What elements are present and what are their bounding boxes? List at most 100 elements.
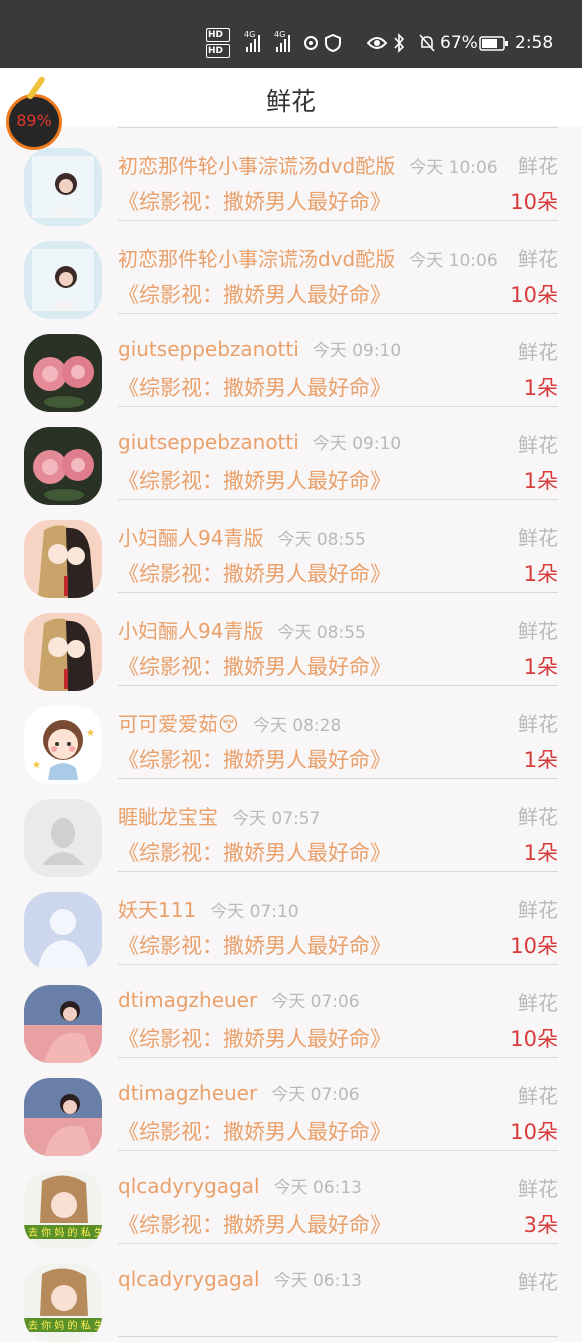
avatar[interactable] — [24, 427, 102, 505]
list-item[interactable]: 睚眦龙宝宝 今天 07:57 鲜花《综影视：撒娇男人最好命》 1朵 — [0, 779, 582, 877]
book-title: 《综影视：撒娇男人最好命》 — [118, 1213, 391, 1237]
avatar[interactable]: 去 你 妈 的 私 生 — [24, 1171, 102, 1249]
flower-count: 1朵 — [523, 841, 558, 865]
gift-type: 鲜花 — [518, 247, 558, 271]
battery-percent: 67% — [440, 33, 478, 53]
gift-type: 鲜花 — [518, 1270, 558, 1294]
gift-type: 鲜花 — [518, 154, 558, 178]
sender-name: 小妇酾人94青版 今天 08:55 — [118, 619, 366, 643]
avatar[interactable] — [24, 985, 102, 1063]
app-header: 鲜花 — [0, 68, 582, 126]
flower-count: 10朵 — [510, 190, 558, 214]
avatar[interactable] — [24, 892, 102, 970]
sender-name: dtimagzheuer 今天 07:06 — [118, 988, 360, 1012]
sender-name: 妖天111 今天 07:10 — [118, 898, 299, 922]
avatar[interactable]: ★ ★ — [24, 706, 102, 784]
book-title: 《综影视：撒娇男人最好命》 — [118, 748, 391, 772]
svg-text:去 你 妈 的 私 生: 去 你 妈 的 私 生 — [28, 1226, 102, 1239]
send-time: 今天 07:06 — [271, 1085, 360, 1105]
list-item[interactable]: dtimagzheuer 今天 07:06 鲜花《综影视：撒娇男人最好命》 10朵 — [0, 1058, 582, 1156]
list-item[interactable]: giutseppebzanotti 今天 09:10 鲜花 《综影视：撒娇男人最好命》… — [0, 407, 582, 505]
send-time: 今天 08:28 — [252, 716, 342, 736]
flower-count: 3朵 — [523, 1213, 558, 1237]
sender-name: giutseppebzanotti 今天 09:10 — [118, 337, 402, 361]
book-title: 《综影视：撒娇男人最好命》 — [118, 190, 391, 214]
avatar[interactable]: 去 你 妈 的 私 生 — [24, 1264, 102, 1342]
send-time: 今天 10:06 — [409, 251, 498, 271]
list-item[interactable]: 去 你 妈 的 私 生 qlcadyrygagal 今天 06:13 鲜花 — [0, 1244, 582, 1342]
avatar[interactable] — [24, 1078, 102, 1156]
avatar[interactable] — [24, 613, 102, 691]
mute-bell-icon — [419, 34, 435, 52]
flower-count: 1朵 — [523, 376, 558, 400]
list-item[interactable]: giutseppebzanotti 今天 09:10 鲜花《综影视：撒娇男人最好命》… — [0, 314, 582, 412]
send-time: 今天 08:55 — [277, 530, 366, 550]
sender-name: qlcadyrygagal 今天 06:13 — [118, 1267, 362, 1291]
send-time: 今天 09:10 — [312, 434, 402, 454]
flower-count: 10朵 — [510, 934, 558, 958]
avatar[interactable] — [24, 148, 102, 226]
list-item[interactable]: 妖天111 今天 07:10 鲜花《综影视：撒娇男人最好命》 10朵 — [0, 872, 582, 970]
flower-count: 1朵 — [523, 562, 558, 586]
gift-type: 鲜花 — [518, 805, 558, 829]
hd-icon: HD HD — [206, 28, 232, 60]
eye-icon — [367, 37, 387, 49]
svg-text:去 你 妈 的 私 生: 去 你 妈 的 私 生 — [28, 1319, 102, 1332]
book-title: 《综影视：撒娇男人最好命》 — [118, 376, 391, 400]
gift-type: 鲜花 — [518, 898, 558, 922]
clock: 2:58 — [515, 33, 554, 53]
signal-icon-2: 4G — [274, 30, 294, 52]
list-item[interactable]: dtimagzheuer 今天 07:06 鲜花 《综影视：撒娇男人最好命》 10朵 — [0, 965, 582, 1063]
flower-count: 10朵 — [510, 283, 558, 307]
list-item[interactable]: 初恋那件轮小事淙谎汤dvd酡版 今天 10:06 鲜花 《综影视：撒娇男人最好命》 10… — [0, 128, 582, 226]
sync-icon — [304, 36, 318, 50]
send-time: 今天 09:10 — [312, 341, 402, 361]
gift-type: 鲜花 — [518, 433, 558, 457]
sender-name: 初恋那件轮小事淙谎汤dvd酡版 今天 10:06 — [118, 247, 498, 271]
avatar[interactable] — [24, 334, 102, 412]
flower-count: 1朵 — [523, 748, 558, 772]
flower-count: 10朵 — [510, 1027, 558, 1051]
sender-name: qlcadyrygagal 今天 06:13 — [118, 1174, 362, 1198]
list-item[interactable]: ★ ★ 可可爱爱茹😚 今天 08:28 鲜花 《综影视：撒娇男人最好命》 1朵 — [0, 686, 582, 784]
send-time: 今天 06:13 — [273, 1178, 362, 1198]
signal-icon: 4G — [244, 30, 264, 52]
avatar[interactable] — [24, 520, 102, 598]
send-time: 今天 08:55 — [277, 623, 366, 643]
avatar[interactable] — [24, 241, 102, 319]
send-time: 今天 10:06 — [409, 158, 498, 178]
avatar[interactable] — [24, 799, 102, 877]
book-title: 《综影视：撒娇男人最好命》 — [118, 934, 391, 958]
gift-type: 鲜花 — [518, 619, 558, 643]
list-item[interactable]: 初恋那件轮小事淙谎汤dvd酡版 今天 10:06 鲜花《综影视：撒娇男人最好命》 10… — [0, 221, 582, 319]
send-time: 今天 06:13 — [273, 1271, 362, 1291]
shield-icon — [325, 34, 341, 52]
gift-type: 鲜花 — [518, 340, 558, 364]
send-time: 今天 07:10 — [210, 902, 299, 922]
book-title: 《综影视：撒娇男人最好命》 — [118, 1120, 391, 1144]
sender-name: 睚眦龙宝宝 今天 07:57 — [118, 805, 321, 829]
send-time: 今天 07:06 — [271, 992, 360, 1012]
book-title: 《综影视：撒娇男人最好命》 — [118, 283, 391, 307]
book-title: 《综影视：撒娇男人最好命》 — [118, 1027, 391, 1051]
list-item[interactable]: 去 你 妈 的 私 生 qlcadyrygagal 今天 06:13 鲜花《综影视：撒… — [0, 1151, 582, 1249]
list-item[interactable]: 小妇酾人94青版 今天 08:55 鲜花 《综影视：撒娇男人最好命》 1朵 — [0, 500, 582, 598]
flower-count: 1朵 — [523, 469, 558, 493]
flower-count: 1朵 — [523, 655, 558, 679]
page-title: 鲜花 — [265, 87, 316, 116]
svg-text:★: ★ — [86, 728, 95, 739]
book-title: 《综影视：撒娇男人最好命》 — [118, 841, 391, 865]
battery-icon — [479, 36, 508, 51]
sender-name: giutseppebzanotti 今天 09:10 — [118, 430, 402, 454]
row-divider — [118, 1336, 558, 1337]
bluetooth-icon — [394, 33, 405, 53]
sender-name: dtimagzheuer 今天 07:06 — [118, 1081, 360, 1105]
sender-name: 可可爱爱茹😚 今天 08:28 — [118, 712, 342, 736]
svg-text:★: ★ — [32, 760, 41, 771]
gift-type: 鲜花 — [518, 1084, 558, 1108]
book-title: 《综影视：撒娇男人最好命》 — [118, 655, 391, 679]
list-item[interactable]: 小妇酾人94青版 今天 08:55 鲜花《综影视：撒娇男人最好命》 1朵 — [0, 593, 582, 691]
gift-type: 鲜花 — [518, 1177, 558, 1201]
book-title: 《综影视：撒娇男人最好命》 — [118, 562, 391, 586]
flower-count: 10朵 — [510, 1120, 558, 1144]
